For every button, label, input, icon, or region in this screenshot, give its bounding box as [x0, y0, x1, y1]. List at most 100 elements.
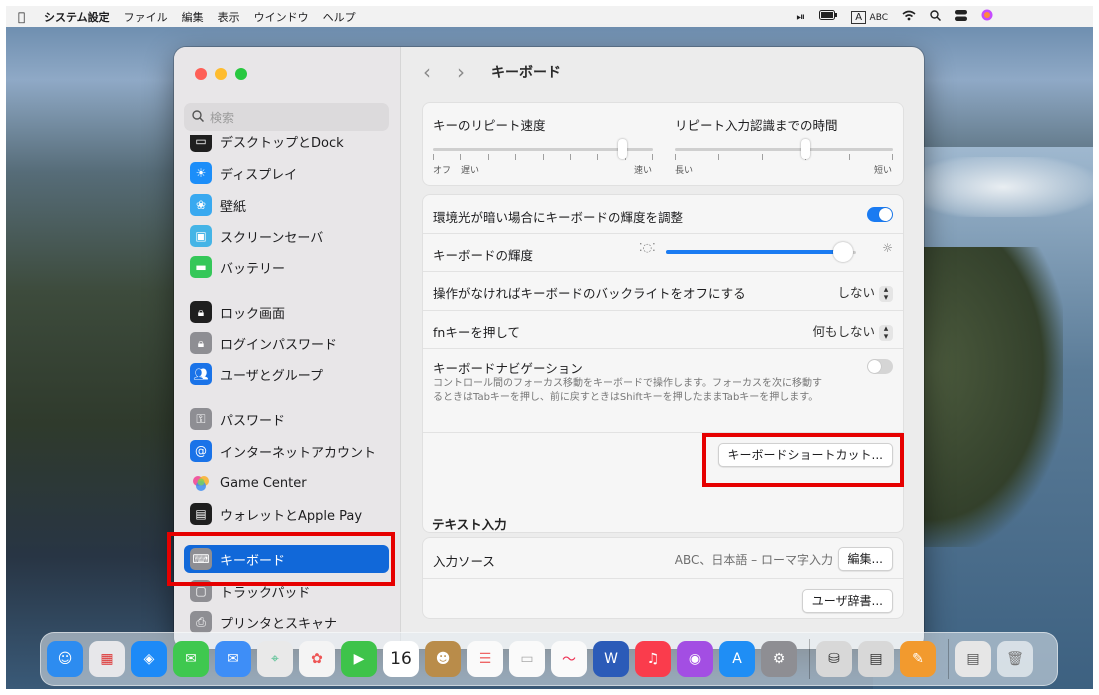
safari-icon[interactable]: ◈ [131, 641, 167, 677]
control-center-icon[interactable] [955, 9, 967, 24]
apple-menu-icon[interactable]:  [18, 10, 32, 24]
back-button[interactable]: ‹ [423, 60, 443, 84]
spotlight-icon[interactable] [930, 9, 942, 24]
toolbar: ‹ › キーボード [401, 47, 924, 97]
notes-icon[interactable]: ▭ [509, 641, 545, 677]
launchpad-icon[interactable]: ▦ [89, 641, 125, 677]
menu-extras: ⏯ A ABC [796, 6, 993, 27]
sidebar-item-wallet[interactable]: ▤ ウォレットとApple Pay [184, 500, 389, 528]
photos-icon[interactable]: ✿ [299, 641, 335, 677]
repeat-speed-label: キーのリピート速度 [433, 118, 546, 133]
downloads-icon[interactable]: ▤ [955, 641, 991, 677]
input-source-row: 入力ソース ABC、日本語 – ローマ字入力 編集... [423, 538, 903, 579]
toggle-knob [879, 208, 892, 221]
repeat-speed-knob[interactable] [617, 139, 627, 159]
facetime-icon[interactable]: ▶ [341, 641, 377, 677]
repeat-delay-slider[interactable] [675, 138, 893, 160]
sidebar-item-label: 壁紙 [220, 199, 247, 215]
repeat-delay-knob[interactable] [801, 139, 811, 159]
freeform-icon[interactable]: 〜 [551, 641, 587, 677]
contacts-icon[interactable]: ☻ [425, 641, 461, 677]
repeat-speed-slider[interactable] [433, 138, 653, 160]
sidebar-item-label: ユーザとグループ [220, 368, 323, 384]
sidebar-item-keyboard[interactable]: ⌨ キーボード [184, 545, 389, 573]
toggle-knob [868, 360, 881, 373]
sidebar-item-label: ウォレットとApple Pay [220, 508, 363, 524]
slider-tick [892, 154, 893, 160]
zoom-button[interactable] [235, 68, 247, 80]
sidebar-item-game-center[interactable]: Game Center [184, 469, 389, 497]
menu-help[interactable]: ヘルプ [323, 9, 356, 25]
battery-icon[interactable] [819, 10, 838, 23]
brightness-knob[interactable] [832, 242, 853, 262]
main-pane: ‹ › キーボード キーのリピート速度 リピート入力認識までの時間 オフ 遅い … [401, 47, 924, 649]
user-dictionary-button[interactable]: ユーザ辞書... [801, 589, 893, 613]
sidebar: 検索 ▭ デスクトップとDock ☀ ディスプレイ ❀ 壁紙 ▣ スクリーンセー… [174, 47, 401, 649]
forward-button[interactable]: › [457, 60, 477, 84]
brightness-slider[interactable] [666, 241, 856, 263]
siri-icon[interactable] [981, 9, 993, 24]
reminders-icon[interactable]: ☰ [467, 641, 503, 677]
calendar-icon[interactable]: 16 [383, 641, 419, 677]
wifi-icon[interactable] [902, 10, 916, 24]
text-input-heading: テキスト入力 [432, 517, 507, 532]
user-dictionary-row: ユーザ辞書... [423, 578, 903, 618]
page-title: キーボード [491, 65, 561, 81]
sidebar-item-login-password[interactable]: 🔒︎ ログインパスワード [184, 329, 389, 357]
auto-brightness-label: 環境光が暗い場合にキーボードの輝度を調整 [433, 210, 684, 225]
sidebar-item-internet-accounts[interactable]: @ インターネットアカウント [184, 437, 389, 465]
keyboard-shortcuts-button[interactable]: キーボードショートカット... [717, 443, 893, 467]
shortcuts-row: キーボードショートカット... [423, 432, 903, 476]
minimize-button[interactable] [215, 68, 227, 80]
fn-key-select[interactable]: 何もしない ▴ ▾ [812, 321, 893, 341]
play-icon[interactable]: ⏯ [796, 10, 805, 24]
brightness-low-icon: ⁚◌⁚ [639, 241, 656, 254]
sidebar-item-passwords[interactable]: ⚿ パスワード [184, 405, 389, 433]
maps-icon[interactable]: ⌖ [257, 641, 293, 677]
slider-tick [675, 154, 676, 160]
trackpad-icon: ▢ [190, 580, 212, 602]
menu-app-name[interactable]: システム設定 [44, 9, 110, 25]
sidebar-item-wallpaper[interactable]: ❀ 壁紙 [184, 191, 389, 219]
lock-icon: 🔒︎ [190, 301, 212, 323]
auto-brightness-toggle[interactable] [867, 207, 893, 222]
input-method-icon[interactable]: A ABC [851, 10, 888, 24]
menu-file[interactable]: ファイル [124, 9, 168, 25]
sidebar-item-label: スクリーンセーバ [220, 230, 324, 246]
menu-edit[interactable]: 編集 [182, 9, 204, 25]
menu-view[interactable]: 表示 [218, 9, 240, 25]
slider-tick [542, 154, 544, 160]
messages-icon[interactable]: ✉ [173, 641, 209, 677]
sidebar-item-screensaver[interactable]: ▣ スクリーンセーバ [184, 222, 389, 250]
sidebar-item-label: トラックパッド [220, 585, 311, 601]
close-button[interactable] [195, 68, 207, 80]
music-icon[interactable]: ♫ [635, 641, 671, 677]
search-field[interactable]: 検索 [184, 103, 389, 131]
keyboard-navigation-toggle[interactable] [867, 359, 893, 374]
edit-input-source-button[interactable]: 編集... [837, 547, 893, 571]
brightness-fill [666, 250, 843, 254]
sidebar-item-lock-screen[interactable]: 🔒︎ ロック画面 [184, 298, 389, 326]
fn-key-row: fnキーを押して 何もしない ▴ ▾ [423, 310, 903, 349]
sidebar-item-trackpad[interactable]: ▢ トラックパッド [184, 577, 389, 605]
system-settings-icon[interactable]: ⚙ [761, 641, 797, 677]
podcasts-icon[interactable]: ◉ [677, 641, 713, 677]
app-store-icon[interactable]: A [719, 641, 755, 677]
mail-icon[interactable]: ✉ [215, 641, 251, 677]
sidebar-item-battery[interactable]: ▬ バッテリー [184, 253, 389, 281]
sidebar-item-label: インターネットアカウント [220, 445, 377, 461]
trash-icon[interactable]: 🗑︎ [997, 641, 1033, 677]
system-settings-window: 検索 ▭ デスクトップとDock ☀ ディスプレイ ❀ 壁紙 ▣ スクリーンセー… [174, 47, 924, 649]
sidebar-item-display[interactable]: ☀ ディスプレイ [184, 159, 389, 187]
sidebar-item-desktop-dock[interactable]: ▭ デスクトップとDock [184, 135, 389, 155]
brightness-row: キーボードの輝度 ⁚◌⁚ ☼ [423, 233, 903, 272]
menu-window[interactable]: ウインドウ [254, 9, 309, 25]
word-icon[interactable]: W [593, 641, 629, 677]
keychain-icon[interactable]: ▤ [858, 641, 894, 677]
finder-icon[interactable]: ☺ [47, 641, 83, 677]
text-input-card: 入力ソース ABC、日本語 – ローマ字入力 編集... ユーザ辞書... [422, 537, 904, 619]
pages-icon[interactable]: ✎ [900, 641, 936, 677]
sidebar-item-users-groups[interactable]: 👥︎ ユーザとグループ [184, 360, 389, 388]
backlight-off-select[interactable]: しない ▴ ▾ [837, 282, 893, 302]
disk-utility-icon[interactable]: ⛁ [816, 641, 852, 677]
